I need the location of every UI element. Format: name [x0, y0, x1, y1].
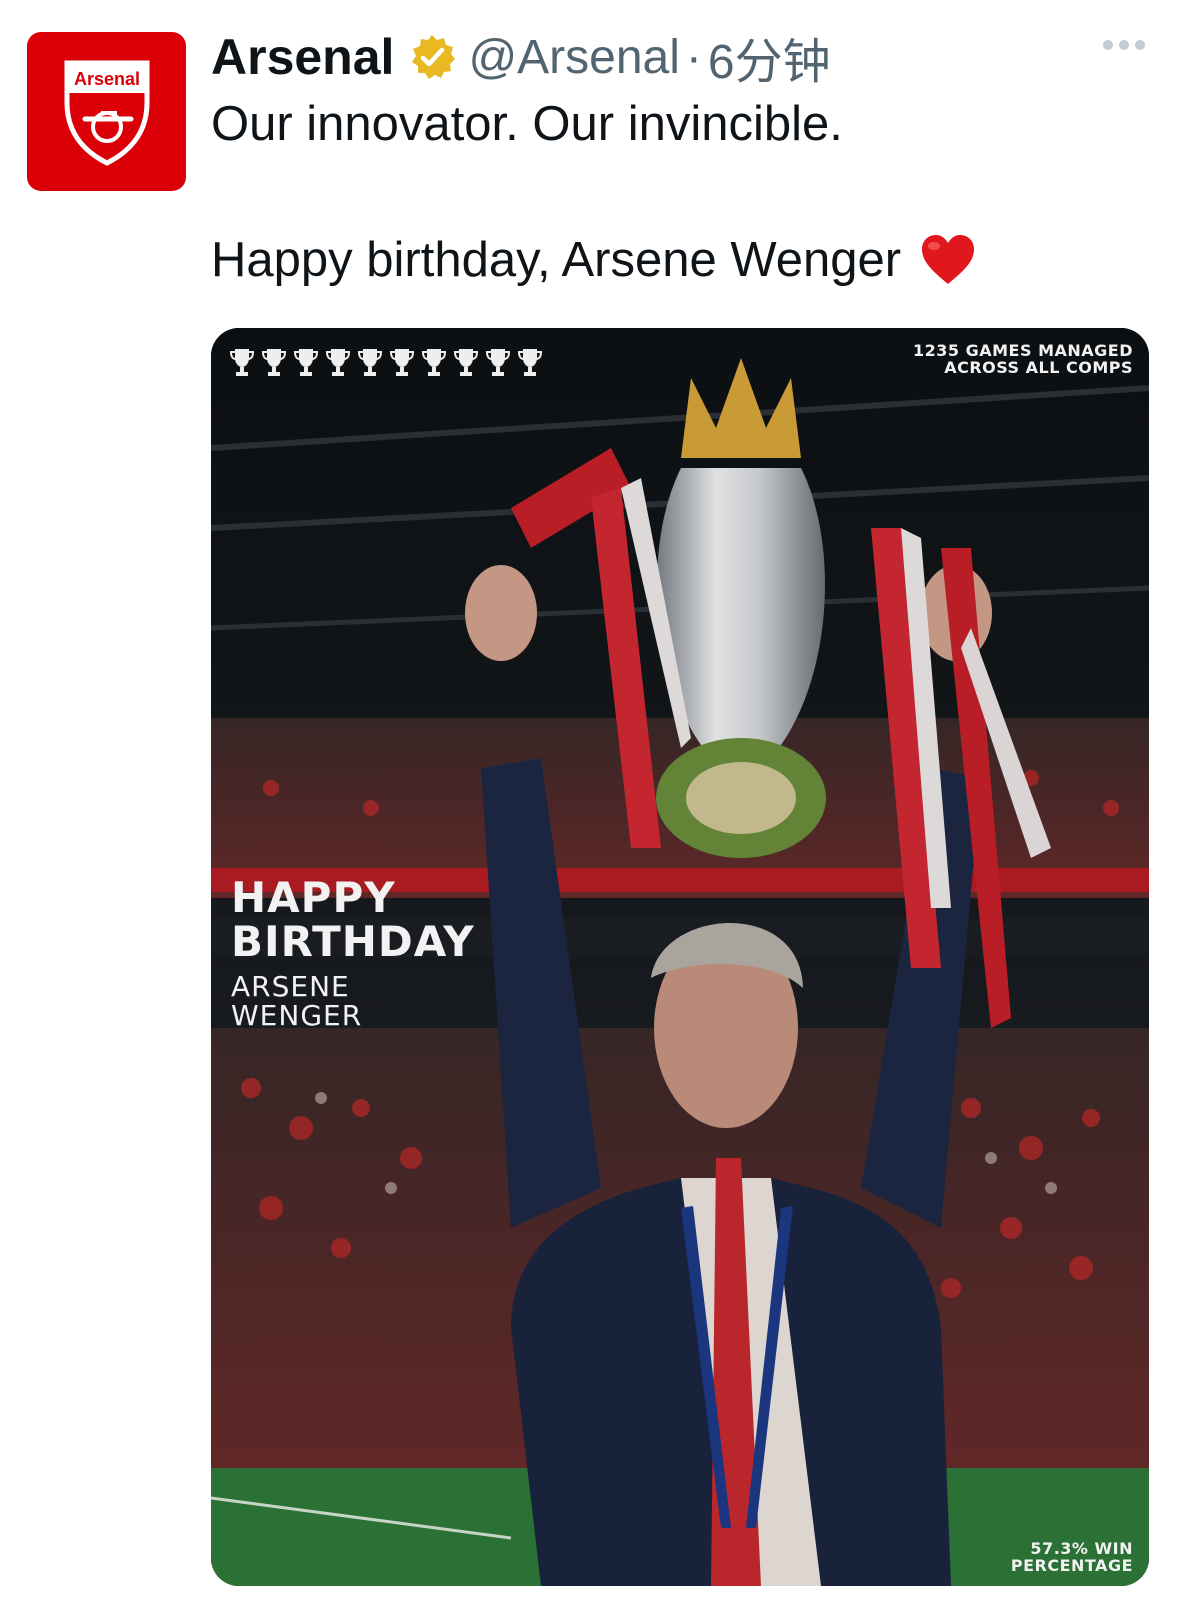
games-managed-line-1: 1235 GAMES MANAGED	[913, 341, 1133, 360]
happy-birthday-heading: HAPPY BIRTHDAY	[231, 876, 475, 964]
tweet-media-image[interactable]: 1235 GAMES MANAGED ACROSS ALL COMPS HAPP…	[211, 328, 1149, 1586]
win-percentage-stat: 57.3% WIN PERCENTAGE	[1011, 1540, 1133, 1574]
tweet-text-line-2: Happy birthday, Arsene Wenger	[211, 232, 977, 288]
trophy-icon	[229, 346, 255, 378]
heart-emoji-icon	[922, 235, 975, 284]
win-percentage-line-1: 57.3% WIN	[1030, 1539, 1133, 1558]
happy-text: HAPPY	[231, 873, 396, 922]
tweet-text-line-1: Our innovator. Our invincible.	[211, 97, 843, 151]
trophy-row	[229, 346, 543, 378]
tweet-text-line-2-text: Happy birthday, Arsene Wenger	[211, 233, 902, 287]
wenger-name: ARSENE WENGER	[231, 972, 362, 1030]
handle[interactable]: @Arsenal	[468, 30, 679, 85]
trophy-icon	[357, 346, 383, 378]
first-name-text: ARSENE	[231, 970, 350, 1003]
more-icon[interactable]	[1103, 40, 1145, 50]
last-name-text: WENGER	[231, 999, 363, 1032]
trophy-icon	[453, 346, 479, 378]
games-managed-line-2: ACROSS ALL COMPS	[944, 358, 1133, 377]
games-managed-stat: 1235 GAMES MANAGED ACROSS ALL COMPS	[913, 342, 1133, 376]
avatar-text: Arsenal	[73, 69, 139, 89]
avatar[interactable]: Arsenal	[27, 32, 186, 191]
separator-dot: ·	[685, 30, 702, 84]
trophy-icon	[325, 346, 351, 378]
trophy-icon	[293, 346, 319, 378]
trophy-icon	[485, 346, 511, 378]
display-name[interactable]: Arsenal	[211, 28, 394, 86]
arsenal-crest-icon: Arsenal	[64, 60, 149, 166]
birthday-text: BIRTHDAY	[231, 917, 475, 966]
trophy-icon	[261, 346, 287, 378]
win-percentage-line-2: PERCENTAGE	[1010, 1556, 1133, 1575]
verified-badge-icon[interactable]	[408, 33, 456, 81]
trophy-icon	[517, 346, 543, 378]
trophy-icon	[389, 346, 415, 378]
trophy-icon	[421, 346, 447, 378]
tweet-header: Arsenal @Arsenal · 6分钟	[211, 22, 831, 92]
timestamp[interactable]: 6分钟	[708, 22, 831, 92]
